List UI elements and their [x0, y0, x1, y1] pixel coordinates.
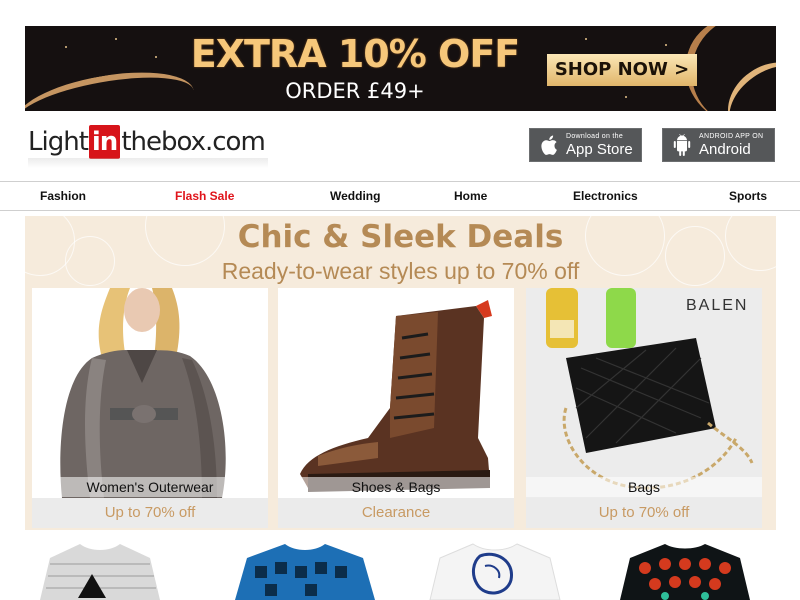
- boot-image: [278, 288, 514, 498]
- ribbon-decoration: [25, 60, 199, 111]
- promo-subtitle: Ready-to-wear styles up to 70% off: [221, 258, 580, 284]
- sparkle: [155, 56, 157, 58]
- product-thumb-tee[interactable]: [415, 540, 575, 600]
- sparkle: [65, 46, 67, 48]
- product-thumb-tee[interactable]: [610, 540, 770, 600]
- nav-item-wedding[interactable]: Wedding: [330, 182, 380, 210]
- coat-image: [32, 288, 268, 498]
- card-label: Women's Outerwear: [32, 477, 268, 497]
- shop-now-button[interactable]: SHOP NOW >: [547, 54, 697, 86]
- nav-item-sports[interactable]: Sports: [729, 182, 767, 210]
- app-store-label: App Store: [566, 141, 633, 158]
- sparkle: [115, 38, 117, 40]
- nav-item-fashion[interactable]: Fashion: [40, 182, 86, 210]
- banner-subline: ORDER £49+: [285, 79, 425, 103]
- app-store-button[interactable]: Download on the App Store: [529, 128, 642, 162]
- card-label: Shoes & Bags: [278, 477, 514, 497]
- promo-banner[interactable]: EXTRA 10% OFF ORDER £49+ SHOP NOW >: [25, 26, 776, 111]
- apple-icon: [536, 134, 562, 156]
- app-store-caption: Download on the: [566, 133, 624, 140]
- site-logo[interactable]: Light in thebox.com: [28, 124, 266, 160]
- sparkle: [665, 44, 667, 46]
- logo-text-pre: Light: [28, 127, 89, 157]
- sparkle: [585, 38, 587, 40]
- product-card-shoes-bags[interactable]: Shoes & Bags Clearance: [278, 288, 514, 528]
- logo-reflection: [28, 158, 268, 168]
- android-icon: [669, 134, 695, 156]
- promo-title: Chic & Sleek Deals: [237, 219, 564, 255]
- nav-item-electronics[interactable]: Electronics: [573, 182, 638, 210]
- card-offer: Up to 70% off: [32, 498, 268, 528]
- logo-text-post: thebox.com: [121, 127, 265, 157]
- product-thumb-tee[interactable]: [225, 540, 385, 600]
- android-caption: ANDROID APP ON: [699, 133, 764, 140]
- android-app-button[interactable]: ANDROID APP ON Android: [662, 128, 775, 162]
- sparkle: [625, 96, 627, 98]
- product-thumb-tee[interactable]: [20, 540, 180, 600]
- product-card-bags[interactable]: BALEN Bags Up to 70% off: [526, 288, 762, 528]
- nav-item-home[interactable]: Home: [454, 182, 487, 210]
- product-card-outerwear[interactable]: Women's Outerwear Up to 70% off: [32, 288, 268, 528]
- android-label: Android: [699, 141, 751, 158]
- brand-text: BALEN: [686, 297, 748, 314]
- nav-item-flash-sale[interactable]: Flash Sale: [175, 182, 234, 210]
- card-offer: Clearance: [278, 498, 514, 528]
- card-offer: Up to 70% off: [526, 498, 762, 528]
- card-label: Bags: [526, 477, 762, 497]
- logo-text-in: in: [88, 125, 121, 159]
- main-nav: Fashion Flash Sale Wedding Home Electron…: [0, 181, 800, 211]
- banner-headline: EXTRA 10% OFF: [190, 32, 520, 76]
- bag-image: BALEN: [526, 288, 762, 498]
